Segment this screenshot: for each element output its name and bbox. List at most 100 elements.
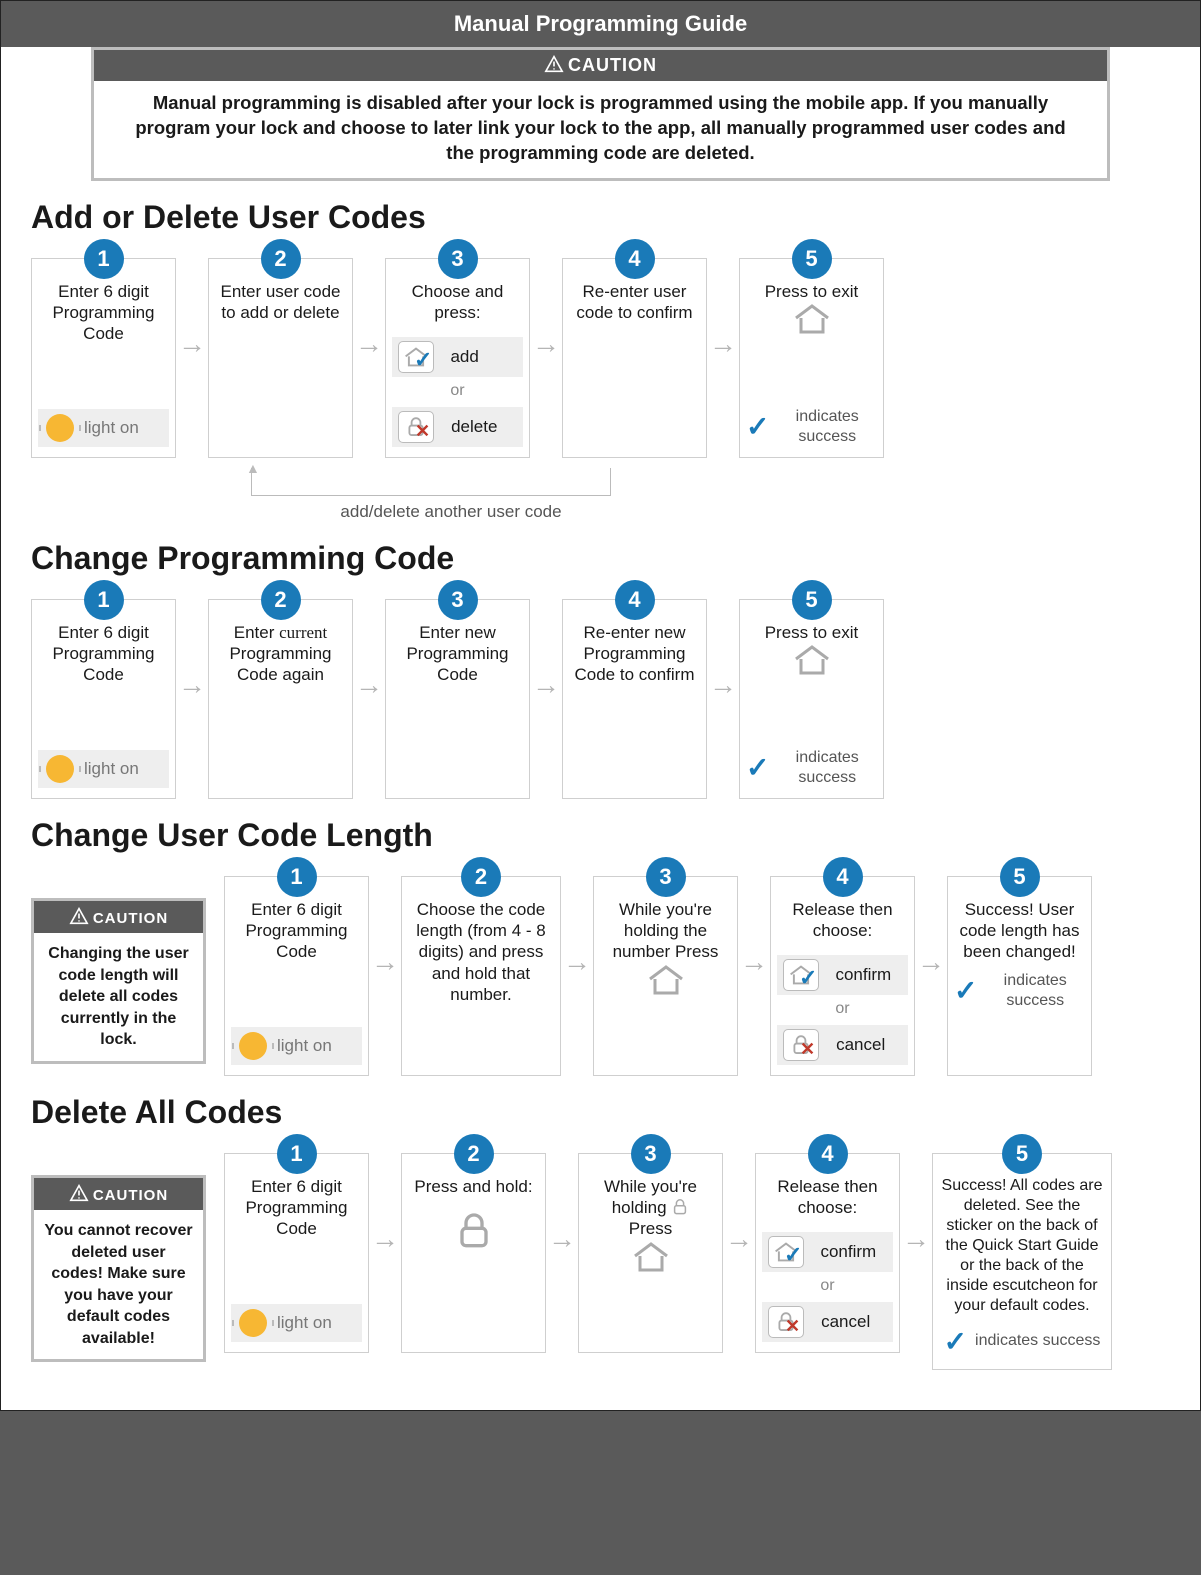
step-text: Success! All codes are deleted. See the …	[939, 1176, 1105, 1316]
indicates-label: indicates success	[985, 971, 1085, 1011]
caution-header: CAUTION	[34, 901, 203, 933]
page: Manual Programming Guide CAUTION Manual …	[0, 0, 1201, 1411]
caution-icon	[544, 55, 564, 73]
step-badge: 4	[615, 239, 655, 279]
step-1: 1 Enter 6 digit Programming Code light o…	[224, 1153, 369, 1353]
caution-icon	[69, 1184, 89, 1202]
step-2: 2 Enter current Programming Code again	[208, 599, 353, 799]
cancel-row: ✕ cancel	[762, 1302, 893, 1342]
lock-icon	[454, 1211, 494, 1251]
arrow-icon: →	[176, 258, 208, 360]
delete-label: delete	[451, 416, 497, 437]
check-icon: ✓	[746, 750, 769, 785]
step-text: Release then choose:	[762, 1176, 893, 1219]
caution-icon	[69, 907, 89, 925]
light-icon	[239, 1309, 267, 1337]
indicates-label: indicates success	[777, 407, 877, 447]
step-1: 1 Enter 6 digit Programming Code light o…	[224, 876, 369, 1076]
caution-header: CAUTION	[94, 50, 1107, 81]
mini-caution: CAUTION You cannot recover deleted user …	[31, 1175, 206, 1363]
arrow-icon: →	[723, 1153, 755, 1255]
arrow-icon: →	[561, 876, 593, 978]
arrow-icon: →	[707, 258, 739, 360]
add-label: add	[450, 346, 478, 367]
indicates-success: ✓ indicates success	[746, 407, 877, 447]
check-icon: ✓	[944, 1324, 967, 1359]
step-text: Press to exit	[765, 622, 859, 643]
indicates-success: ✓ indicates success	[746, 748, 877, 788]
check-icon: ✓	[954, 973, 977, 1008]
light-icon	[239, 1032, 267, 1060]
x-icon: ✕	[785, 1315, 800, 1338]
step-text: While you're holding Press	[585, 1176, 716, 1240]
house-icon	[792, 302, 832, 336]
arrow-icon: →	[369, 876, 401, 978]
step-badge: 2	[461, 857, 501, 897]
indicates-label: indicates success	[975, 1331, 1100, 1351]
confirm-label: confirm	[820, 1241, 876, 1262]
light-on-indicator: light on	[231, 1304, 362, 1342]
step-text: Enter 6 digit Programming Code	[38, 622, 169, 686]
step-badge: 2	[261, 580, 301, 620]
step-badge: 5	[792, 580, 832, 620]
cancel-row: ✕ cancel	[777, 1025, 908, 1065]
step-badge: 5	[792, 239, 832, 279]
delete-row: ✕ delete	[392, 407, 523, 447]
light-on-indicator: light on	[38, 409, 169, 447]
step-text: Enter new Programming Code	[392, 622, 523, 686]
section-heading-change-prog: Change Programming Code	[31, 540, 1170, 577]
steps-delete-all: CAUTION You cannot recover deleted user …	[31, 1135, 1170, 1370]
indicates-label: indicates success	[777, 748, 877, 788]
step-text: Choose and press:	[392, 281, 523, 324]
step-text: Re-enter new Programming Code to confirm	[569, 622, 700, 686]
step-4: 4 Release then choose: ✓ confirm or ✕	[770, 876, 915, 1076]
step-badge: 1	[84, 239, 124, 279]
arrow-icon: →	[546, 1153, 578, 1255]
step-text: Enter 6 digit Programming Code	[231, 1176, 362, 1240]
arrow-icon: →	[530, 599, 562, 701]
step-3: 3 While you're holding the number Press	[593, 876, 738, 1076]
step-4: 4 Re-enter user code to confirm	[562, 258, 707, 458]
loop-note: add/delete another user code	[271, 502, 631, 522]
step-text: Choose the code length (from 4 - 8 digit…	[408, 899, 554, 1005]
step-badge: 4	[808, 1134, 848, 1174]
check-icon: ✓	[414, 346, 432, 374]
step-3: 3 Choose and press: ✓ add or ✕ delete	[385, 258, 530, 458]
step-1: 1 Enter 6 digit Programming Code light o…	[31, 599, 176, 799]
lock-icon	[671, 1198, 689, 1216]
arrow-icon: →	[369, 1153, 401, 1255]
step-badge: 3	[631, 1134, 671, 1174]
step-text: Enter current Programming Code again	[215, 622, 346, 686]
caution-body: You cannot recover deleted user codes! M…	[34, 1210, 203, 1360]
or-label: or	[450, 377, 464, 407]
page-title: Manual Programming Guide	[1, 1, 1200, 47]
arrow-icon: →	[738, 876, 770, 978]
arrow-icon: →	[900, 1153, 932, 1255]
step-text: While you're holding the number Press	[600, 899, 731, 963]
caution-header: CAUTION	[34, 1178, 203, 1210]
cancel-label: cancel	[836, 1034, 885, 1055]
step-badge: 2	[454, 1134, 494, 1174]
loop-arrow: ▲	[251, 458, 611, 498]
light-on-indicator: light on	[38, 750, 169, 788]
step-text: Enter 6 digit Programming Code	[38, 281, 169, 345]
step-badge: 4	[615, 580, 655, 620]
step-text: Enter user code to add or delete	[215, 281, 346, 324]
step-badge: 3	[438, 239, 478, 279]
step-badge: 5	[1000, 857, 1040, 897]
light-on-label: light on	[84, 758, 139, 779]
step-2: 2 Enter user code to add or delete	[208, 258, 353, 458]
or-label: or	[835, 995, 849, 1025]
steps-add-delete: 1 Enter 6 digit Programming Code light o…	[31, 240, 1170, 458]
x-icon: ✕	[415, 420, 430, 443]
light-on-label: light on	[84, 417, 139, 438]
add-row: ✓ add	[392, 337, 523, 377]
confirm-label: confirm	[835, 964, 891, 985]
arrow-icon: →	[176, 599, 208, 701]
light-on-indicator: light on	[231, 1027, 362, 1065]
step-4: 4 Release then choose: ✓ confirm or ✕	[755, 1153, 900, 1353]
step-3: 3 While you're holding Press	[578, 1153, 723, 1353]
section-heading-add-delete: Add or Delete User Codes	[31, 199, 1170, 236]
confirm-row: ✓ confirm	[777, 955, 908, 995]
or-label: or	[820, 1272, 834, 1302]
